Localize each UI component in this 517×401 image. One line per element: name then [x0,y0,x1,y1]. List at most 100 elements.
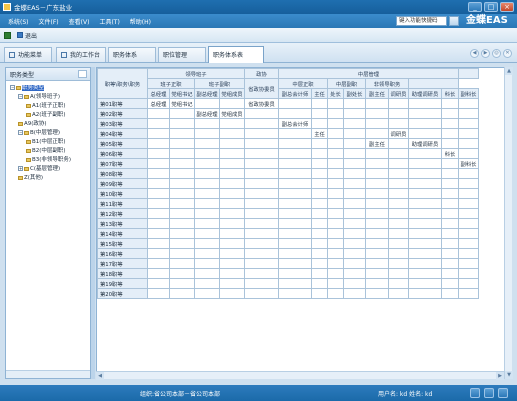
grid-cell[interactable] [311,98,328,109]
tab-list-icon[interactable]: ◎ [492,49,501,58]
grid-cell[interactable] [169,198,195,209]
grid-cell[interactable] [343,148,366,159]
grid-cell[interactable] [311,288,328,299]
grid-cell[interactable] [458,178,479,189]
scroll-up-icon[interactable]: ▲ [505,67,513,75]
grid-cell[interactable] [169,278,195,289]
close-button[interactable]: × [500,2,514,12]
grid-cell[interactable] [194,138,220,149]
grid-cell[interactable] [194,158,220,169]
grid-cell[interactable] [194,258,220,269]
grid-cell[interactable] [343,198,366,209]
grid-cell[interactable]: 副总会计师 [278,118,312,129]
grid-cell[interactable] [441,128,459,139]
grid-cell[interactable] [169,158,195,169]
grid-cell[interactable] [343,188,366,199]
grid-cell[interactable] [327,278,344,289]
grid-cell[interactable] [311,248,328,259]
grid-cell[interactable] [408,288,442,299]
grid-cell[interactable] [311,178,328,189]
tree-node[interactable]: B1(中层正职) [26,138,66,146]
grid-cell[interactable] [388,248,409,259]
grid-cell[interactable] [169,288,195,299]
grid-cell[interactable] [147,158,170,169]
grid-cell[interactable] [278,208,312,219]
grid-cell[interactable] [169,238,195,249]
grid-cell[interactable] [365,128,389,139]
grid-cell[interactable] [278,158,312,169]
grid-cell[interactable] [194,198,220,209]
tab-next-icon[interactable]: ▶ [481,49,490,58]
grid-cell[interactable] [278,278,312,289]
grid-cell[interactable] [408,148,442,159]
grid-cell[interactable] [458,268,479,279]
grid-cell[interactable] [343,108,366,119]
grid-cell[interactable] [388,118,409,129]
grid-cell[interactable] [365,148,389,159]
grid-cell[interactable] [278,268,312,279]
grid-cell[interactable] [458,98,479,109]
tree-node[interactable]: Z(其他) [18,174,43,182]
grid-cell[interactable] [343,178,366,189]
grid-cell[interactable] [244,198,279,209]
grid-cell[interactable]: 党组成员 [219,108,245,119]
grid-cell[interactable] [365,218,389,229]
grid-cell[interactable] [388,168,409,179]
grid-cell[interactable] [408,268,442,279]
scroll-left-icon[interactable]: ◀ [96,372,104,380]
grid-cell[interactable] [194,288,220,299]
grid-cell[interactable] [219,148,245,159]
grid-cell[interactable] [278,178,312,189]
grid-cell[interactable] [441,118,459,129]
tree-node[interactable]: A1(班子正职) [26,102,66,110]
menu-help[interactable]: 帮助(H) [130,17,151,26]
grid-cell[interactable] [388,198,409,209]
grid-cell[interactable] [219,118,245,129]
grid-cell[interactable] [441,288,459,299]
tab-prev-icon[interactable]: ◀ [470,49,479,58]
grid-cell[interactable] [343,238,366,249]
grid-cell[interactable] [458,258,479,269]
grid-cell[interactable] [219,248,245,259]
grid-cell[interactable] [388,178,409,189]
grid-cell[interactable] [278,198,312,209]
grid-cell[interactable] [441,198,459,209]
grid-cell[interactable] [343,278,366,289]
grid-cell[interactable] [408,228,442,239]
panel-search-icon[interactable] [78,70,87,78]
grid-cell[interactable] [147,258,170,269]
tree-node[interactable]: A2(班子副职) [26,111,66,119]
grid-cell[interactable] [388,238,409,249]
grid-cell[interactable] [408,248,442,259]
grid-cell[interactable] [278,148,312,159]
grid-cell[interactable] [244,168,279,179]
grid-cell[interactable] [244,228,279,239]
grid-cell[interactable] [278,168,312,179]
grid-cell[interactable] [169,208,195,219]
grid-cell[interactable] [388,218,409,229]
grid-cell[interactable] [388,208,409,219]
grid-cell[interactable] [441,168,459,179]
grid-cell[interactable] [278,128,312,139]
grid-cell[interactable] [278,288,312,299]
grid-cell[interactable] [147,118,170,129]
grid-cell[interactable] [169,228,195,239]
grid-cell[interactable] [169,258,195,269]
grid-cell[interactable] [278,188,312,199]
grid-cell[interactable] [278,98,312,109]
grid-cell[interactable] [365,188,389,199]
grid-cell[interactable] [194,228,220,239]
grid-cell[interactable] [441,268,459,279]
grid-cell[interactable] [311,188,328,199]
grid-cell[interactable] [365,278,389,289]
grid-cell[interactable] [219,208,245,219]
grid-cell[interactable] [327,188,344,199]
tree-node[interactable]: B3(非领导职务) [26,156,71,164]
grid-cell[interactable] [169,128,195,139]
grid-cell[interactable] [365,118,389,129]
grid-cell[interactable] [219,168,245,179]
grid-cell[interactable] [388,268,409,279]
tab-position-management[interactable]: 职位管理 [158,47,206,62]
grid-cell[interactable] [194,188,220,199]
grid-cell[interactable] [441,278,459,289]
